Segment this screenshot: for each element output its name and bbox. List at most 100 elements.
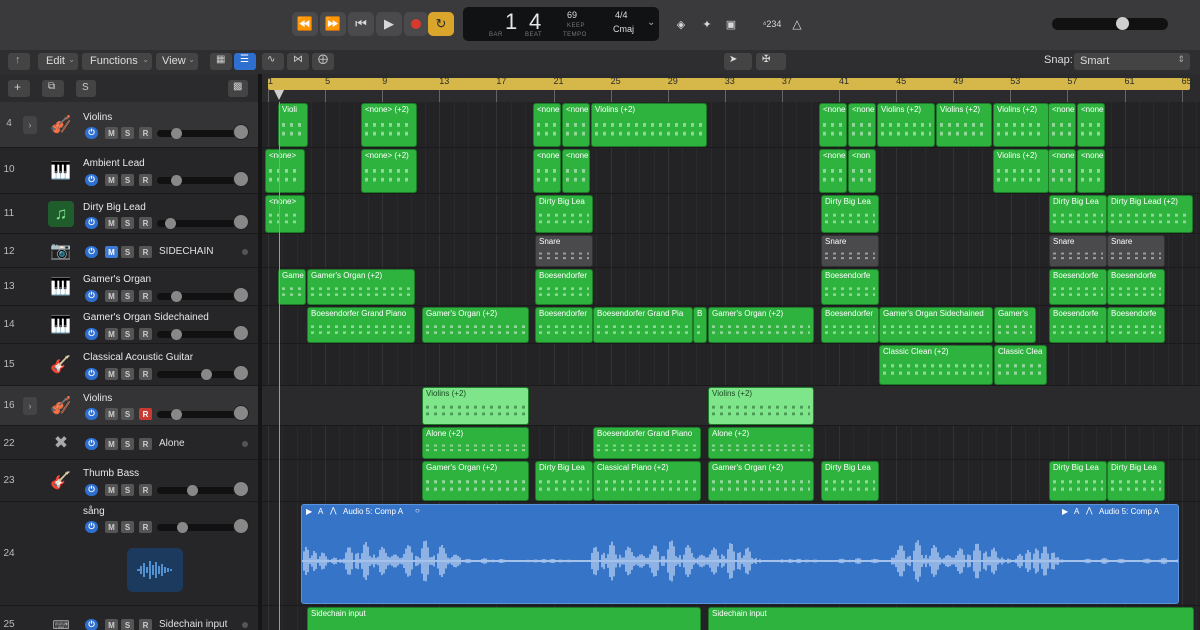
volume-knob[interactable] — [171, 291, 182, 302]
midi-region[interactable]: Boesendorfer — [821, 307, 879, 343]
track-name[interactable]: Sidechain input — [159, 619, 227, 630]
midi-region[interactable]: Violi — [278, 103, 308, 147]
track-header[interactable]: 11 ♫ Dirty Big Lead ⏻ M S R — [0, 194, 258, 234]
midi-region[interactable]: Alone (+2) — [422, 427, 529, 459]
midi-region[interactable]: <none — [562, 103, 590, 147]
midi-region[interactable]: Dirty Big Lea — [821, 461, 879, 501]
track-on-button[interactable]: ⏻ — [85, 127, 98, 139]
pan-knob[interactable] — [233, 365, 249, 381]
pan-knob[interactable] — [233, 214, 249, 230]
midi-region[interactable]: Violins (+2) — [993, 149, 1049, 193]
volume-knob[interactable] — [171, 128, 182, 139]
mute-button[interactable]: M — [105, 408, 118, 420]
track-lane[interactable]: Sidechain input Sidechain input — [262, 606, 1200, 630]
volume-slider[interactable] — [157, 369, 237, 380]
track-header[interactable]: 4 › 🎻 Violins ⏻ M S R — [0, 102, 258, 148]
volume-knob[interactable] — [187, 485, 198, 496]
midi-region[interactable]: <none> (+2) — [361, 103, 417, 147]
mute-button[interactable]: M — [105, 127, 118, 139]
volume-knob[interactable] — [201, 369, 212, 380]
track-on-button[interactable]: ⏻ — [85, 217, 98, 229]
track-lane[interactable]: Gamer's Organ (+2) Dirty Big Lea Classic… — [262, 460, 1200, 502]
pointer-tool-menu[interactable]: ➤ — [724, 53, 752, 70]
midi-region[interactable]: Boesendorfer — [535, 307, 593, 343]
track-name[interactable]: Alone — [159, 438, 185, 449]
mute-button[interactable]: M — [105, 290, 118, 302]
track-on-button[interactable]: ⏻ — [85, 246, 98, 258]
mute-button[interactable]: M — [105, 217, 118, 229]
track-header[interactable]: 13 🎹 Gamer's Organ ⏻ M S R — [0, 268, 258, 306]
up-arrow-button[interactable]: ↑ — [8, 53, 30, 70]
track-name[interactable]: Classical Acoustic Guitar — [83, 352, 193, 363]
midi-region[interactable]: <non — [848, 149, 876, 193]
midi-region[interactable]: <none — [819, 103, 847, 147]
volume-slider[interactable] — [157, 291, 237, 302]
record-enable-button[interactable]: R — [139, 368, 152, 380]
track-header[interactable]: 15 🎸 Classical Acoustic Guitar ⏻ M S R — [0, 344, 258, 386]
midi-region[interactable]: <none> (+2) — [361, 149, 417, 193]
track-lane[interactable]: <none> Dirty Big Lea Dirty Big Lea Dirty… — [262, 194, 1200, 234]
track-header[interactable]: 16 › 🎻 Violins ⏻ M S R — [0, 386, 258, 426]
tuner-button[interactable]: ◈ — [670, 12, 692, 36]
snap-dropdown[interactable]: Smart ⇕ — [1074, 53, 1190, 70]
track-on-button[interactable]: ⏻ — [85, 408, 98, 420]
track-on-button[interactable]: ⏻ — [85, 484, 98, 496]
edit-menu[interactable]: Edit ⌄ — [38, 53, 78, 70]
volume-slider[interactable] — [157, 409, 237, 420]
solo-button[interactable]: S — [121, 484, 134, 496]
track-on-button[interactable]: ⏻ — [85, 619, 98, 630]
midi-region[interactable]: Snare — [1107, 235, 1165, 267]
volume-slider[interactable] — [157, 522, 237, 533]
volume-knob[interactable] — [171, 175, 182, 186]
volume-knob[interactable] — [165, 218, 176, 229]
fast-forward-button[interactable]: ⏩ — [320, 12, 346, 36]
midi-region[interactable]: Violins (+2) — [708, 387, 814, 425]
wand-button[interactable]: ✦ — [696, 12, 718, 36]
midi-region[interactable]: Sidechain input — [708, 607, 1194, 630]
record-enable-button[interactable]: R — [139, 521, 152, 533]
midi-region[interactable]: B — [693, 307, 707, 343]
master-volume-slider[interactable] — [1052, 17, 1168, 30]
mute-button[interactable]: M — [105, 619, 118, 630]
pan-knob[interactable] — [233, 481, 249, 497]
midi-region[interactable]: Dirty Big Lea — [535, 195, 593, 233]
record-enable-button[interactable]: R — [139, 290, 152, 302]
track-header[interactable]: 24 sång ⏻ M S R — [0, 502, 258, 606]
midi-region[interactable]: Violins (+2) — [877, 103, 935, 147]
track-on-button[interactable]: ⏻ — [85, 438, 98, 450]
pan-knob[interactable] — [233, 287, 249, 303]
volume-slider[interactable] — [157, 485, 237, 496]
record-enable-button[interactable]: R — [139, 328, 152, 340]
track-header[interactable]: 10 🎹 Ambient Lead ⏻ M S R — [0, 148, 258, 194]
midi-region[interactable]: Gamer's Organ (+2) — [307, 269, 415, 305]
secondary-tool-menu[interactable]: ✠ — [756, 53, 786, 70]
solo-button[interactable]: S — [121, 290, 134, 302]
midi-region[interactable]: Boesendorfer Grand Piano — [307, 307, 415, 343]
solo-button[interactable]: S — [121, 127, 134, 139]
midi-region[interactable]: Sidechain input — [307, 607, 701, 630]
midi-region[interactable]: <none — [1048, 103, 1076, 147]
cycle-button[interactable]: ↻ — [428, 12, 454, 36]
count-in-button[interactable]: ⁴234 — [760, 12, 784, 36]
solo-button[interactable]: S — [121, 408, 134, 420]
track-header[interactable]: 14 🎹 Gamer's Organ Sidechained ⏻ M S R — [0, 306, 258, 344]
midi-region[interactable]: Boesendorfe — [1107, 307, 1165, 343]
pan-knob[interactable] — [233, 405, 249, 421]
flex-button[interactable]: ⋈ — [287, 53, 309, 70]
midi-region[interactable]: Alone (+2) — [708, 427, 814, 459]
mute-button[interactable]: M — [105, 438, 118, 450]
solo-button[interactable]: S — [121, 174, 134, 186]
pan-knob[interactable] — [233, 171, 249, 187]
solo-button[interactable]: S — [121, 368, 134, 380]
midi-region[interactable]: Boesendorfe — [1049, 269, 1107, 305]
midi-region[interactable]: Boesendorfe — [821, 269, 879, 305]
track-lane[interactable]: Classic Clean (+2) Classic Clea — [262, 344, 1200, 386]
midi-region[interactable]: Boesendorfer — [535, 269, 593, 305]
solo-button[interactable]: S — [121, 438, 134, 450]
volume-slider[interactable] — [157, 218, 237, 229]
solo-button[interactable]: S — [121, 328, 134, 340]
track-lane[interactable]: <none> <none> (+2) <none <none <none <no… — [262, 148, 1200, 194]
midi-region[interactable]: Game — [278, 269, 306, 305]
track-on-button[interactable]: ⏻ — [85, 368, 98, 380]
track-lane[interactable]: Violi <none> (+2) <none <none Violins (+… — [262, 102, 1200, 148]
